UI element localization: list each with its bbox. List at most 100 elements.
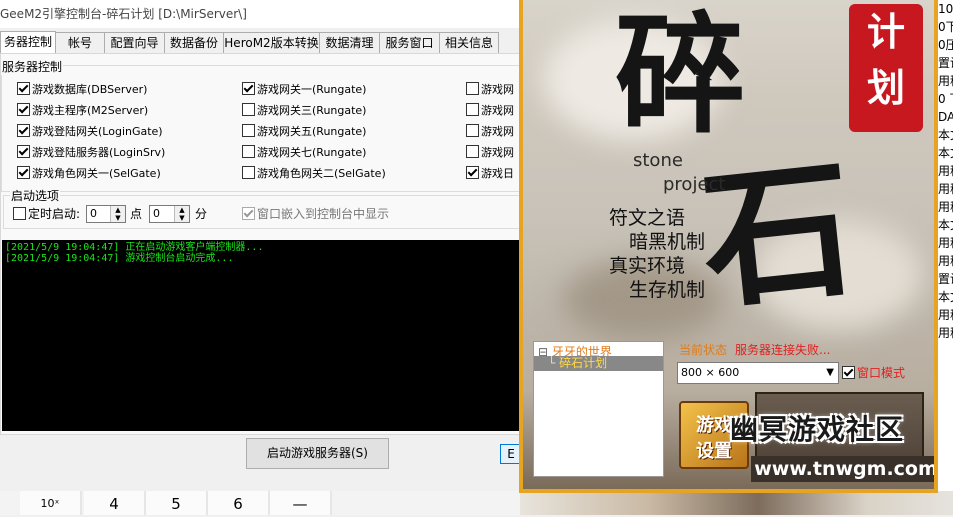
checkbox-box[interactable]	[466, 82, 479, 95]
logo-character-main: 碎	[615, 0, 746, 151]
checkbox-box[interactable]	[466, 124, 479, 137]
calculator-key[interactable]: —	[270, 491, 332, 515]
timed-start-checkbox[interactable]: 定时启动:	[13, 206, 80, 222]
embed-window-checkbox: 窗口嵌入到控制台中显示	[242, 206, 389, 222]
tab-5[interactable]: 数据清理	[319, 32, 380, 54]
calculator-key[interactable]: 5	[146, 491, 208, 515]
poem-line: 符文之语	[609, 207, 686, 229]
logo-badge-char-2: 划	[866, 66, 905, 110]
server-checkbox[interactable]: 游戏数据库(DBServer)	[17, 82, 147, 98]
checkbox-label: 游戏角色网关二(SelGate)	[257, 167, 386, 180]
resolution-select[interactable]: 800 × 600 ▼	[677, 362, 839, 384]
start-server-button[interactable]: 启动游戏服务器(S)	[246, 438, 389, 469]
checkbox-label: 游戏登陆服务器(LoginSrv)	[32, 146, 166, 159]
server-checkbox[interactable]: 游戏日	[466, 166, 514, 182]
checkbox-box[interactable]	[17, 82, 30, 95]
checkbox-label: 游戏登陆网关(LoginGate)	[32, 125, 163, 138]
server-checkbox[interactable]: 游戏网关一(Rungate)	[242, 82, 366, 98]
window-mode-box[interactable]	[842, 366, 855, 379]
status-value: 服务器连接失败...	[735, 343, 831, 357]
server-checkbox[interactable]: 游戏网	[466, 124, 514, 140]
minute-unit: 分	[195, 207, 208, 221]
server-tree[interactable]: ⊟ 牙牙的世界 └ 碎石计划	[533, 341, 664, 477]
checkbox-label: 游戏网关七(Rungate)	[257, 146, 367, 159]
background-text-line: 用移	[938, 254, 953, 268]
calculator-key[interactable]: 4	[84, 491, 146, 515]
window-mode-label: 窗口模式	[857, 366, 906, 380]
server-checkbox[interactable]: 游戏网关三(Rungate)	[242, 103, 366, 119]
tab-1[interactable]: 帐号	[55, 32, 105, 54]
watermark-url: www.tnwgm.com	[751, 456, 934, 482]
checkbox-box[interactable]	[17, 124, 30, 137]
tab-0[interactable]: 务器控制	[0, 31, 56, 55]
background-text-line: 0下	[938, 20, 953, 34]
checkbox-box[interactable]	[466, 166, 479, 179]
tagline-stone: stone	[633, 150, 683, 171]
background-photo-strip	[520, 491, 953, 515]
checkbox-box[interactable]	[242, 103, 255, 116]
minute-spinner[interactable]: 0 ▲ ▼	[149, 205, 190, 223]
checkbox-box[interactable]	[17, 145, 30, 158]
poem-line: 生存机制	[629, 279, 706, 301]
background-text-line: 0 下	[938, 92, 953, 106]
checkbox-label: 游戏网	[481, 125, 514, 138]
background-text-line: 本文	[938, 218, 953, 232]
server-checkbox[interactable]: 游戏网关七(Rungate)	[242, 145, 366, 161]
server-checkbox[interactable]: 游戏网	[466, 103, 514, 119]
calculator-key[interactable]: 10ˣ	[20, 491, 82, 515]
launcher-artwork: 碎 石 计 划 stone project 符文之语 暗黑机制 真实环境 生存机…	[523, 0, 934, 489]
background-text-line: 本文	[938, 128, 953, 142]
checkbox-box[interactable]	[466, 145, 479, 158]
background-text-line: DA	[938, 110, 953, 124]
server-checkbox[interactable]: 游戏角色网关二(SelGate)	[242, 166, 386, 182]
server-checkbox[interactable]: 游戏登陆服务器(LoginSrv)	[17, 145, 165, 161]
checkbox-label: 游戏日	[481, 167, 514, 180]
server-control-group-title: 服务器控制	[1, 58, 64, 75]
checkbox-label: 游戏网关三(Rungate)	[257, 104, 367, 117]
checkbox-box[interactable]	[242, 145, 255, 158]
tab-3[interactable]: 数据备份	[164, 32, 224, 54]
checkbox-box[interactable]	[17, 103, 30, 116]
server-checkbox[interactable]: 游戏网	[466, 82, 514, 98]
resolution-value: 800 × 600	[681, 366, 740, 379]
checkbox-box[interactable]	[466, 103, 479, 116]
timed-start-label: 定时启动:	[28, 207, 81, 221]
hour-spin-arrows-icon[interactable]: ▲ ▼	[110, 206, 125, 222]
log-output[interactable]: [2021/5/9 19:04:47] 正在启动游戏客户端控制器... [2021…	[2, 240, 519, 431]
tab-2[interactable]: 配置向导	[104, 32, 165, 54]
chevron-down-icon[interactable]: ▼	[826, 363, 834, 383]
tree-line-icon: └	[548, 356, 556, 370]
log-line: [2021/5/9 19:04:47] 游戏控制台启动完成...	[5, 253, 234, 264]
background-text-line: 本文	[938, 290, 953, 304]
logo-badge: 计 划	[849, 4, 923, 132]
calculator-keypad-strip: 10ˣ 4 5 6—	[0, 491, 520, 515]
tab-7[interactable]: 相关信息	[439, 32, 499, 54]
start-options-title: 启动选项	[10, 187, 61, 204]
background-text-line: 用移	[938, 74, 953, 88]
window-title: GeeM2引擎控制台-碎石计划 [D:\MirServer\]	[0, 7, 247, 21]
checkbox-box[interactable]	[242, 82, 255, 95]
tree-item-selected[interactable]: └ 碎石计划	[534, 356, 663, 371]
window-mode-checkbox[interactable]: 窗口模式	[842, 364, 905, 381]
server-checkbox[interactable]: 游戏角色网关一(SelGate)	[17, 166, 161, 182]
background-text-line: 10	[938, 2, 953, 16]
checkbox-box[interactable]	[242, 166, 255, 179]
server-checkbox[interactable]: 游戏主程序(M2Server)	[17, 103, 148, 119]
server-checkbox[interactable]: 游戏登陆网关(LoginGate)	[17, 124, 163, 140]
background-text-line: 用移	[938, 200, 953, 214]
minute-spin-arrows-icon[interactable]: ▲ ▼	[174, 206, 189, 222]
hour-spinner[interactable]: 0 ▲ ▼	[86, 205, 126, 223]
game-launcher-window: 碎 石 计 划 stone project 符文之语 暗黑机制 真实环境 生存机…	[519, 0, 938, 493]
title-bar[interactable]: GeeM2引擎控制台-碎石计划 [D:\MirServer\]	[0, 0, 520, 28]
calculator-key[interactable]: 6	[208, 491, 270, 515]
checkbox-label: 游戏主程序(M2Server)	[32, 104, 149, 117]
server-checkbox[interactable]: 游戏网	[466, 145, 514, 161]
server-checkbox[interactable]: 游戏网关五(Rungate)	[242, 124, 366, 140]
timed-start-box[interactable]	[13, 207, 26, 220]
checkbox-box[interactable]	[17, 166, 30, 179]
tab-4[interactable]: HeroM2版本转换	[223, 32, 320, 54]
status-label: 当前状态	[679, 343, 728, 357]
tab-6[interactable]: 服务窗口	[379, 32, 440, 54]
background-text-line: 用移	[938, 308, 953, 322]
checkbox-box[interactable]	[242, 124, 255, 137]
